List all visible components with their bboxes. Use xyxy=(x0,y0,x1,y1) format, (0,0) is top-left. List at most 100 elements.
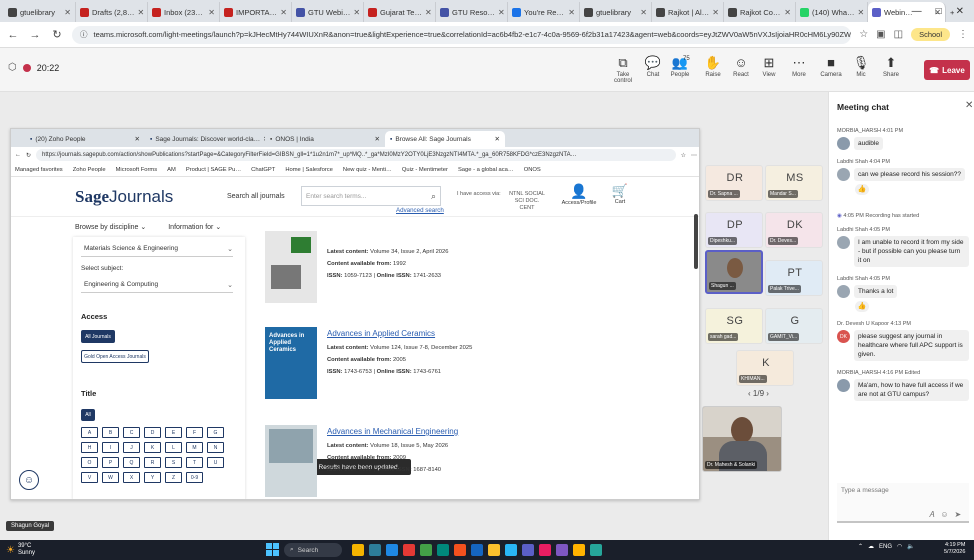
taskbar-app-icon[interactable] xyxy=(420,544,432,556)
journal-cover-image[interactable] xyxy=(265,425,317,497)
taskbar-app-icon[interactable] xyxy=(573,544,585,556)
star-icon[interactable]: ☆ xyxy=(681,152,686,159)
letter-filter-button[interactable]: K xyxy=(144,442,161,453)
toolbar-people-button[interactable]: 👥 75 People xyxy=(665,54,695,78)
subject-select[interactable]: Engineering & Computing ⌄ xyxy=(81,277,233,293)
close-tab-icon[interactable]: ✕ xyxy=(64,8,71,17)
extension-icon[interactable]: ▣ xyxy=(876,29,885,40)
bookmark-item[interactable]: Product | SAGE Pu… xyxy=(186,167,241,173)
close-tab-icon[interactable]: ✕ xyxy=(280,8,287,17)
reload-icon[interactable]: ↻ xyxy=(26,152,31,159)
url-field[interactable]: ⓘ teams.microsoft.com/light-meetings/lau… xyxy=(72,25,852,44)
taskbar-app-icon[interactable] xyxy=(522,544,534,556)
letter-filter-button[interactable]: E xyxy=(165,427,182,438)
toolbar-take-control-button[interactable]: ⧉ Take control xyxy=(608,54,638,84)
discipline-select[interactable]: Materials Science & Engineering ⌄ xyxy=(81,241,233,257)
letter-filter-button[interactable]: 0-9 xyxy=(186,472,203,483)
inner-tab[interactable]: ▪ ONOS | India ✕ xyxy=(265,131,385,147)
participant-tile[interactable]: DR Dr. Sapna ... xyxy=(705,165,763,201)
all-journals-filter-button[interactable]: All Journals xyxy=(81,330,115,343)
browser-tab[interactable]: gtuelibrary ✕ xyxy=(4,2,76,22)
all-letters-button[interactable]: All xyxy=(81,409,95,421)
browser-tab[interactable]: GTU Webi… ✕ xyxy=(292,2,364,22)
format-icon[interactable]: 𝐴 xyxy=(929,510,934,520)
close-tab-icon[interactable]: ✕ xyxy=(425,8,432,17)
close-tab-icon[interactable]: ✕ xyxy=(568,8,575,17)
letter-filter-button[interactable]: Y xyxy=(144,472,161,483)
taskbar-clock[interactable]: 4:19 PM 5/7/2026 xyxy=(944,542,965,556)
bookmark-item[interactable]: Sage - a global aca… xyxy=(458,167,514,173)
close-tab-icon[interactable]: ✕ xyxy=(498,8,505,17)
close-tab-icon[interactable]: ✕ xyxy=(495,135,500,143)
taskbar-app-icon[interactable] xyxy=(352,544,364,556)
taskbar-app-icon[interactable] xyxy=(488,544,500,556)
toolbar-view-button[interactable]: ⊞ View xyxy=(754,54,784,78)
browser-tab[interactable]: IMPORTA… ✕ xyxy=(220,2,292,22)
device-share-button[interactable]: ⬆ Share xyxy=(876,54,906,78)
inner-tab[interactable]: ▪Sage Journals: Discover world-cla…✕ xyxy=(145,131,265,147)
browser-tab[interactable]: gtuelibrary ✕ xyxy=(580,2,652,22)
cart-button[interactable]: 🛒 Cart xyxy=(607,183,633,205)
letter-filter-button[interactable]: S xyxy=(165,457,182,468)
message-text[interactable]: audible xyxy=(854,137,883,150)
message-text[interactable]: Ma'am, how to have full access if we are… xyxy=(854,379,969,401)
accessibility-button[interactable]: ☺ xyxy=(19,470,39,490)
maximize-icon[interactable]: □ xyxy=(936,6,942,17)
star-icon[interactable]: ☆ xyxy=(859,29,868,40)
journal-cover-image[interactable]: Advances in Applied Ceramics xyxy=(265,327,317,399)
bookmark-item[interactable]: Microsoft Forms xyxy=(116,167,158,173)
thumbs-up-reaction-icon[interactable]: 👍 xyxy=(855,301,869,312)
participant-pager[interactable]: ‹ 1/9 › xyxy=(748,389,769,398)
letter-filter-button[interactable]: C xyxy=(123,427,140,438)
cloud-icon[interactable]: ☁ xyxy=(868,543,874,550)
participant-tile[interactable]: DK Dr. Deves... xyxy=(765,212,823,248)
browser-tab[interactable]: Inbox (23… ✕ xyxy=(148,2,220,22)
toolbar-raise-button[interactable]: ✋ Raise xyxy=(698,54,728,78)
letter-filter-button[interactable]: H xyxy=(81,442,98,453)
message-text[interactable]: Thanks a lot xyxy=(854,285,898,298)
close-tab-icon[interactable]: ✕ xyxy=(784,8,791,17)
letter-filter-button[interactable]: W xyxy=(102,472,119,483)
letter-filter-button[interactable]: I xyxy=(102,442,119,453)
close-tab-icon[interactable]: ✕ xyxy=(375,135,380,143)
message-text[interactable]: I am unable to record it from my side - … xyxy=(854,236,969,267)
language-indicator[interactable]: ENG xyxy=(879,544,892,550)
taskbar-search[interactable]: ⌕ Search xyxy=(284,543,342,557)
letter-filter-button[interactable]: B xyxy=(102,427,119,438)
wifi-icon[interactable]: ◠ xyxy=(897,543,902,550)
letter-filter-button[interactable]: L xyxy=(165,442,182,453)
bookmark-item[interactable]: AM xyxy=(167,167,176,173)
browser-tab[interactable]: GTU Reso… ✕ xyxy=(436,2,508,22)
journal-cover-image[interactable] xyxy=(265,231,317,303)
leave-button[interactable]: ☎ Leave xyxy=(924,60,970,80)
participant-tile[interactable]: MS Mandar S... xyxy=(765,165,823,201)
sage-logo[interactable]: SageJournals xyxy=(75,187,173,207)
weather-widget[interactable]: ☀ 39°C Sunny xyxy=(6,543,35,557)
taskbar-app-icon[interactable] xyxy=(369,544,381,556)
letter-filter-button[interactable]: J xyxy=(123,442,140,453)
inner-url[interactable]: https://journals.sagepub.com/action/show… xyxy=(36,149,676,161)
bookmark-item[interactable]: Managed favorites xyxy=(15,167,63,173)
close-tab-icon[interactable]: ✕ xyxy=(858,8,865,17)
chevron-left-icon[interactable]: ‹ xyxy=(748,389,751,398)
device-camera-button[interactable]: ■ Camera xyxy=(816,54,846,78)
reload-icon[interactable]: ↻ xyxy=(50,28,64,41)
close-tab-icon[interactable]: ✕ xyxy=(208,8,215,17)
nav-browse-menu[interactable]: Browse by discipline ⌄ xyxy=(75,223,146,231)
toolbar-more-button[interactable]: ⋯ More xyxy=(784,54,814,78)
letter-filter-button[interactable]: F xyxy=(186,427,203,438)
journal-title-link[interactable]: Advances in Applied Ceramics xyxy=(327,329,435,338)
back-icon[interactable]: ← xyxy=(15,152,21,158)
chevron-up-icon[interactable]: ⌃ xyxy=(858,543,863,550)
site-info-icon[interactable]: ⓘ xyxy=(80,29,88,40)
account-button[interactable]: 👤 Access/Profile xyxy=(559,183,599,206)
taskbar-app-icon[interactable] xyxy=(437,544,449,556)
browser-tab[interactable]: (140) Wha… ✕ xyxy=(796,2,868,22)
participant-tile[interactable]: K KHIMAN... xyxy=(736,350,794,386)
letter-filter-button[interactable]: M xyxy=(186,442,203,453)
letter-filter-button[interactable]: D xyxy=(144,427,161,438)
scrollbar[interactable] xyxy=(694,214,698,269)
search-icon[interactable]: ⌕ xyxy=(431,191,436,202)
inner-tab[interactable]: ▪ (20) Zoho People ✕ xyxy=(25,131,145,147)
taskbar-app-icon[interactable] xyxy=(471,544,483,556)
